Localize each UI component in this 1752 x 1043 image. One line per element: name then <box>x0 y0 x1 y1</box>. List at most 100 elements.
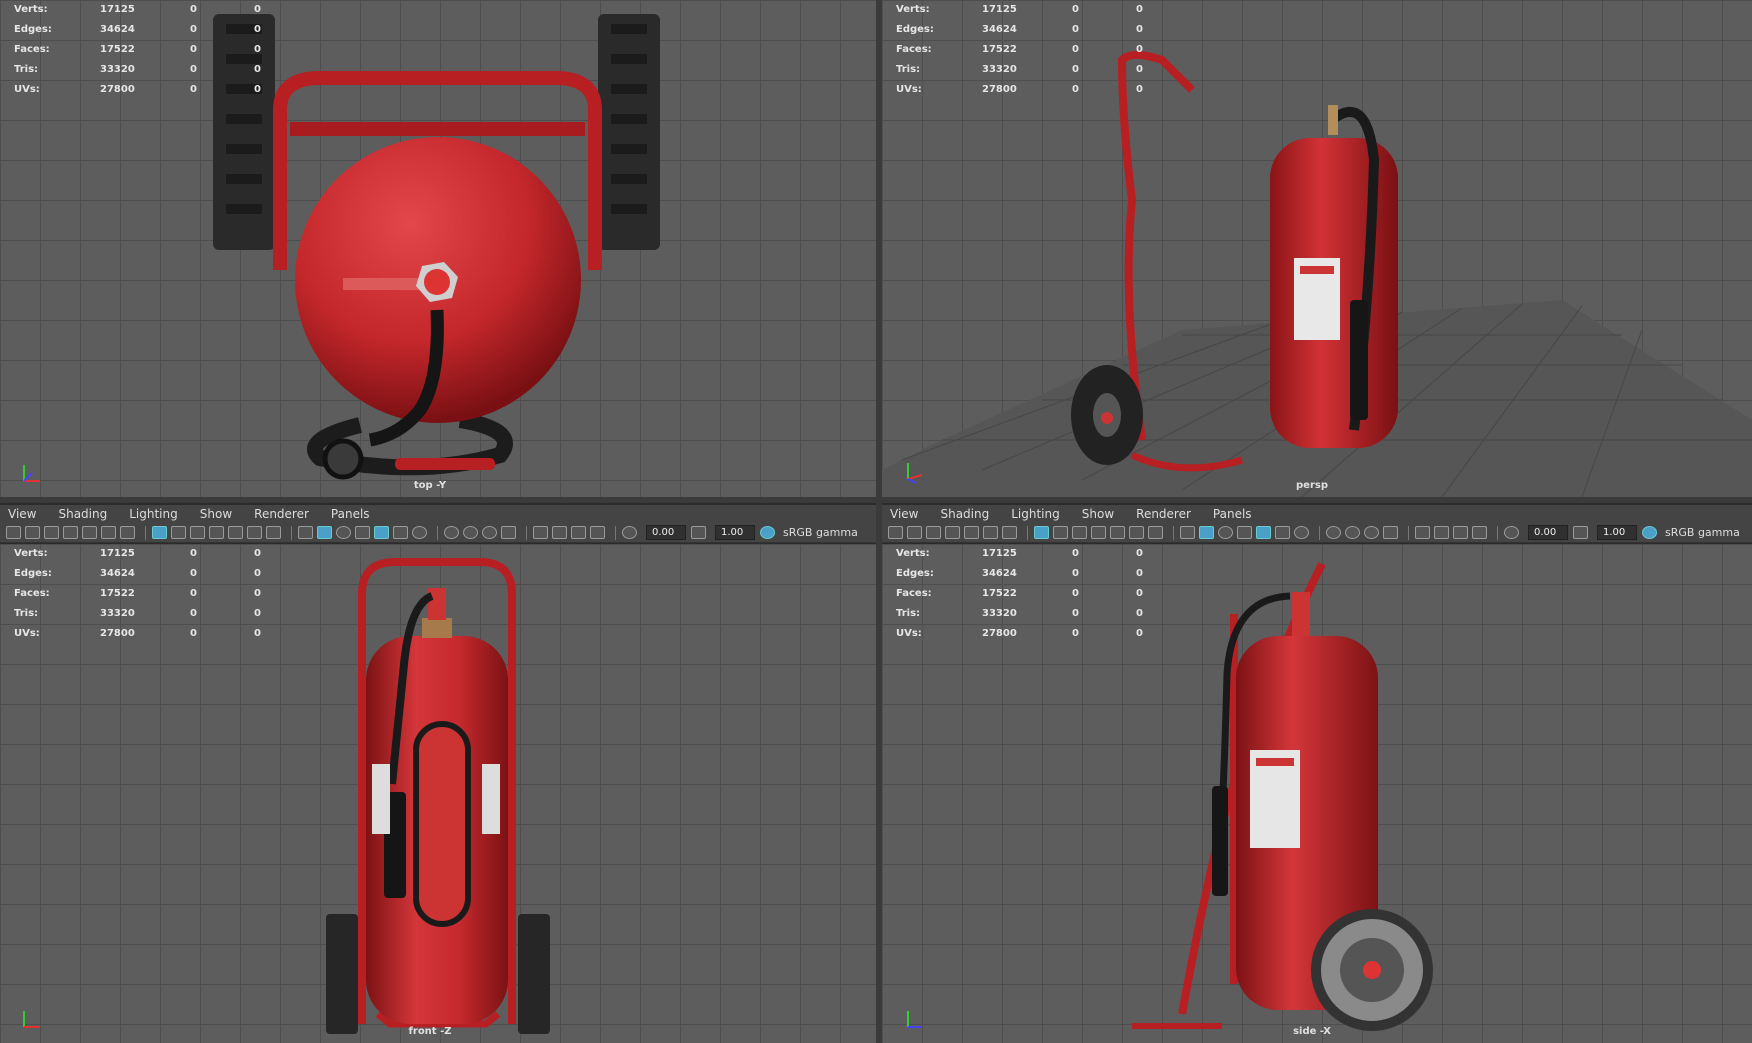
backface-cull-icon[interactable] <box>590 526 605 539</box>
colorspace-label[interactable]: sRGB gamma <box>783 526 858 539</box>
smooth-shade-icon[interactable] <box>1199 526 1214 539</box>
gamma-field[interactable]: 1.00 <box>1597 525 1637 540</box>
colorspace-label[interactable]: sRGB gamma <box>1665 526 1740 539</box>
backface-cull-icon[interactable] <box>1472 526 1487 539</box>
field-chart-icon[interactable] <box>228 526 243 539</box>
camera-lock-icon[interactable] <box>44 526 59 539</box>
viewport-persp[interactable]: Verts: 17125 0 0 Edges: 34624 0 0 Faces: 17522 0… <box>882 0 1752 497</box>
safe-action-icon[interactable] <box>247 526 262 539</box>
image-plane-icon[interactable] <box>82 526 97 539</box>
menu-show[interactable]: Show <box>1082 507 1114 521</box>
colorspace-icon[interactable] <box>760 526 775 539</box>
menu-show[interactable]: Show <box>200 507 232 521</box>
camera-icon[interactable] <box>6 526 21 539</box>
toolbar-separator <box>437 525 438 540</box>
menu-renderer[interactable]: Renderer <box>254 507 309 521</box>
field-chart-icon[interactable] <box>1110 526 1125 539</box>
xray-joints-icon[interactable] <box>1453 526 1468 539</box>
depth-of-field-icon[interactable] <box>501 526 516 539</box>
viewport-front[interactable]: Verts: 17125 0 0 Edges: 34624 0 0 Faces: 17522 0… <box>0 544 876 1043</box>
menu-lighting[interactable]: Lighting <box>129 507 178 521</box>
light-icon[interactable] <box>1275 526 1290 539</box>
exposure-field[interactable]: 0.00 <box>646 525 686 540</box>
exposure-field[interactable]: 0.00 <box>1528 525 1568 540</box>
axis-gizmo-icon <box>23 465 40 482</box>
grease-pencil-icon[interactable] <box>120 526 135 539</box>
gate-mask-icon[interactable] <box>1091 526 1106 539</box>
resolution-gate-icon[interactable] <box>1072 526 1087 539</box>
viewport-side[interactable]: Verts: 17125 0 0 Edges: 34624 0 0 Faces: 17522 0… <box>882 544 1752 1043</box>
exposure-icon[interactable] <box>622 526 637 539</box>
image-plane-icon[interactable] <box>964 526 979 539</box>
viewport-top[interactable]: Verts: 17125 0 0 Edges: 34624 0 0 Faces: 17522 0… <box>0 0 876 497</box>
texture-icon[interactable] <box>1256 526 1271 539</box>
default-material-icon[interactable] <box>336 526 351 539</box>
stats-row: Tris: 33320 0 0 <box>896 608 1143 619</box>
wireframe-icon[interactable] <box>298 526 313 539</box>
shadow-icon[interactable] <box>412 526 427 539</box>
colorspace-icon[interactable] <box>1642 526 1657 539</box>
grid-icon[interactable] <box>152 526 167 539</box>
film-gate-icon[interactable] <box>171 526 186 539</box>
axis-gizmo-icon <box>907 463 923 484</box>
menu-shading[interactable]: Shading <box>940 507 989 521</box>
toolbar-separator <box>291 525 292 540</box>
light-icon[interactable] <box>393 526 408 539</box>
stats-row: Faces: 17522 0 0 <box>896 588 1143 599</box>
menu-view[interactable]: View <box>8 507 36 521</box>
xray-icon[interactable] <box>552 526 567 539</box>
camera-attr-icon[interactable] <box>25 526 40 539</box>
anti-aliasing-icon[interactable] <box>482 526 497 539</box>
camera-lock-icon[interactable] <box>926 526 941 539</box>
2d-pan-icon[interactable] <box>101 526 116 539</box>
depth-of-field-icon[interactable] <box>1383 526 1398 539</box>
safe-action-icon[interactable] <box>1129 526 1144 539</box>
xray-icon[interactable] <box>1434 526 1449 539</box>
2d-pan-icon[interactable] <box>983 526 998 539</box>
grease-pencil-icon[interactable] <box>1002 526 1017 539</box>
anti-aliasing-icon[interactable] <box>1364 526 1379 539</box>
menu-view[interactable]: View <box>890 507 918 521</box>
stats-row: Faces: 17522 0 0 <box>14 44 261 55</box>
menu-renderer[interactable]: Renderer <box>1136 507 1191 521</box>
menu-panels[interactable]: Panels <box>1213 507 1252 521</box>
isolate-icon[interactable] <box>1415 526 1430 539</box>
menu-shading[interactable]: Shading <box>58 507 107 521</box>
ambient-occlusion-icon[interactable] <box>444 526 459 539</box>
camera-icon[interactable] <box>888 526 903 539</box>
safe-title-icon[interactable] <box>1148 526 1163 539</box>
shadow-icon[interactable] <box>1294 526 1309 539</box>
bookmark-icon[interactable] <box>945 526 960 539</box>
gate-mask-icon[interactable] <box>209 526 224 539</box>
isolate-icon[interactable] <box>533 526 548 539</box>
resolution-gate-icon[interactable] <box>190 526 205 539</box>
menu-panels[interactable]: Panels <box>331 507 370 521</box>
exposure-icon[interactable] <box>1504 526 1519 539</box>
toolbar-separator <box>615 525 616 540</box>
gamma-icon[interactable] <box>1573 526 1588 539</box>
stats-row: Verts: 17125 0 0 <box>14 548 261 559</box>
camera-label: top -Y <box>413 480 447 491</box>
film-gate-icon[interactable] <box>1053 526 1068 539</box>
smooth-shade-icon[interactable] <box>317 526 332 539</box>
motion-blur-icon[interactable] <box>463 526 478 539</box>
wireframe-on-shaded-icon[interactable] <box>1237 526 1252 539</box>
motion-blur-icon[interactable] <box>1345 526 1360 539</box>
bookmark-icon[interactable] <box>63 526 78 539</box>
default-material-icon[interactable] <box>1218 526 1233 539</box>
pane-divider-horizontal[interactable] <box>0 497 1752 503</box>
xray-joints-icon[interactable] <box>571 526 586 539</box>
menu-lighting[interactable]: Lighting <box>1011 507 1060 521</box>
grid-icon[interactable] <box>1034 526 1049 539</box>
wireframe-icon[interactable] <box>1180 526 1195 539</box>
safe-title-icon[interactable] <box>266 526 281 539</box>
camera-label: side -X <box>1293 1026 1331 1037</box>
camera-attr-icon[interactable] <box>907 526 922 539</box>
gamma-icon[interactable] <box>691 526 706 539</box>
gamma-field[interactable]: 1.00 <box>715 525 755 540</box>
texture-icon[interactable] <box>374 526 389 539</box>
toolbar-separator <box>1027 525 1028 540</box>
wireframe-on-shaded-icon[interactable] <box>355 526 370 539</box>
toolbar-separator <box>145 525 146 540</box>
ambient-occlusion-icon[interactable] <box>1326 526 1341 539</box>
